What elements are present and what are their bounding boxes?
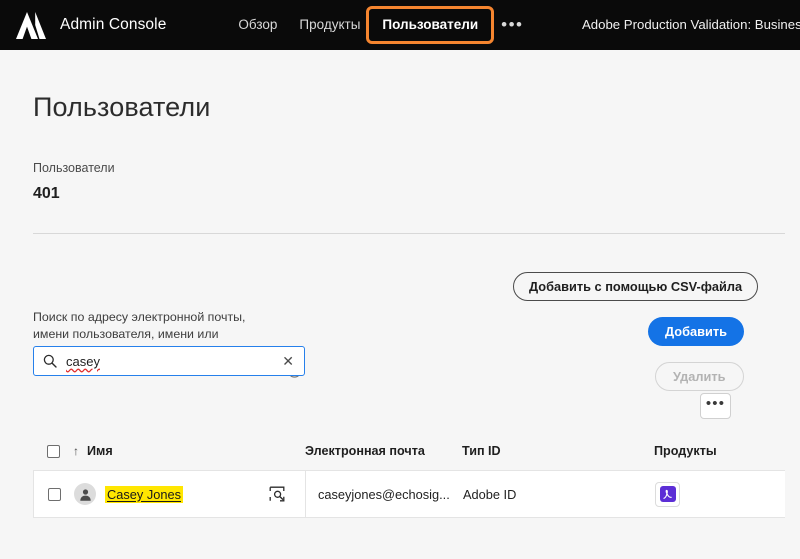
main-nav: Обзор Продукты Пользователи ••• xyxy=(227,0,535,50)
add-by-csv-button[interactable]: Добавить с помощью CSV-файла xyxy=(513,272,759,301)
row-name-cell: Casey Jones xyxy=(74,470,306,518)
app-title: Admin Console xyxy=(60,16,167,33)
column-header-name[interactable]: ↑ Имя xyxy=(73,444,305,458)
add-user-button[interactable]: Добавить xyxy=(648,317,744,346)
column-header-products[interactable]: Продукты xyxy=(654,444,784,458)
row-idtype-cell: Adobe ID xyxy=(463,486,517,502)
users-table: ↑ Имя Электронная почта Тип ID Продукты … xyxy=(33,432,785,518)
user-name-link[interactable]: Casey Jones xyxy=(105,485,183,503)
adobe-logo-icon[interactable] xyxy=(14,10,48,40)
select-all-checkbox-cell xyxy=(33,444,73,458)
nav-more-icon[interactable]: ••• xyxy=(489,16,535,33)
section-divider xyxy=(33,233,785,234)
select-all-checkbox[interactable] xyxy=(46,444,60,458)
row-products-cell xyxy=(655,481,785,507)
page-title: Пользователи xyxy=(33,92,211,122)
acrobat-icon[interactable] xyxy=(655,481,680,507)
nav-item-overview[interactable]: Обзор xyxy=(227,11,288,39)
users-stat-value: 401 xyxy=(33,185,60,202)
top-navigation-bar: Admin Console Обзор Продукты Пользовател… xyxy=(0,0,800,50)
row-checkbox-cell xyxy=(34,487,74,501)
column-header-email[interactable]: Электронная почта xyxy=(305,444,462,458)
more-options-button[interactable]: ••• xyxy=(700,393,731,419)
acrobat-swatch xyxy=(659,486,676,502)
avatar xyxy=(74,483,96,505)
nav-item-products[interactable]: Продукты xyxy=(288,11,371,39)
search-input-value[interactable]: casey xyxy=(66,354,282,369)
row-checkbox[interactable] xyxy=(47,487,61,501)
search-icon xyxy=(43,354,57,368)
nav-item-users[interactable]: Пользователи xyxy=(366,6,495,44)
search-input[interactable]: casey ✕ xyxy=(33,346,305,376)
row-email-cell: caseyjones@echosig... xyxy=(318,486,450,502)
column-header-idtype[interactable]: Тип ID xyxy=(462,444,654,458)
table-header-row: ↑ Имя Электронная почта Тип ID Продукты xyxy=(33,432,785,470)
users-stat-label: Пользователи xyxy=(33,161,115,175)
clear-search-icon[interactable]: ✕ xyxy=(282,354,294,368)
table-row[interactable]: Casey Jones caseyjones@echosig... Adobe … xyxy=(33,470,785,518)
column-header-name-label: Имя xyxy=(87,444,113,458)
delete-user-button[interactable]: Удалить xyxy=(655,362,744,391)
preview-user-icon[interactable] xyxy=(269,486,285,502)
sort-ascending-icon[interactable]: ↑ xyxy=(73,445,79,457)
organization-name: Adobe Production Validation: BusinessTr xyxy=(582,17,800,32)
page-content: Пользователи Пользователи 401 Добавить с… xyxy=(0,50,800,559)
